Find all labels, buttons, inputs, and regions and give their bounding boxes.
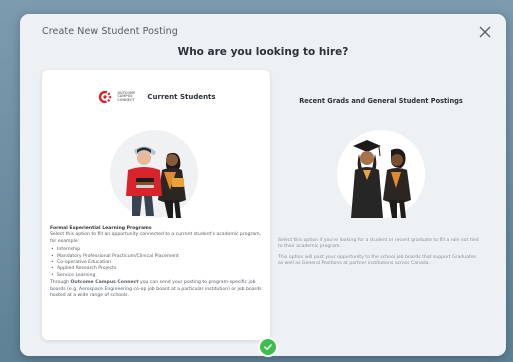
logo-text: Outcome Campus Connect (117, 90, 136, 102)
card-heading: Recent Grads and General Student Posting… (299, 97, 463, 105)
recent-grads-description: Select this option if you're looking for… (278, 238, 482, 272)
footer-text: Through Outcome Campus Connect you can s… (50, 280, 262, 299)
description-paragraph: Select this option if you're looking for… (278, 238, 479, 250)
card-heading: Current Students (147, 93, 216, 101)
program-list: Internship Mandatory Professional Practi… (50, 247, 262, 279)
footer-prefix: Through (50, 280, 71, 286)
modal-title: Create New Student Posting (42, 26, 178, 37)
description-paragraph: This option will post your opportunity t… (278, 254, 476, 267)
footer-brand: Outcome Campus Connect (70, 280, 139, 286)
outcome-campus-connect-logo: Outcome Campus Connect (96, 91, 141, 103)
current-students-description: Formal Experiential Learning Programs Se… (50, 226, 262, 299)
list-item: Service Learning (50, 273, 262, 280)
check-icon (264, 344, 272, 350)
close-icon (479, 26, 491, 38)
create-posting-modal: Create New Student Posting Who are you l… (20, 14, 506, 356)
recent-grads-illustration (337, 130, 425, 218)
option-current-students[interactable]: Outcome Campus Connect Current Students (42, 70, 270, 340)
card-header: Outcome Campus Connect Current Students (42, 91, 270, 103)
close-button[interactable] (476, 23, 494, 41)
logo-mark-icon (99, 91, 112, 103)
card-header: Recent Grads and General Student Posting… (270, 97, 492, 105)
current-students-illustration (110, 130, 198, 218)
selected-check-badge (260, 339, 276, 355)
intro-text: Select this option to fill an opportunit… (50, 232, 262, 244)
option-recent-grads[interactable]: Recent Grads and General Student Posting… (270, 70, 492, 340)
modal-question: Who are you looking to hire? (177, 46, 349, 58)
